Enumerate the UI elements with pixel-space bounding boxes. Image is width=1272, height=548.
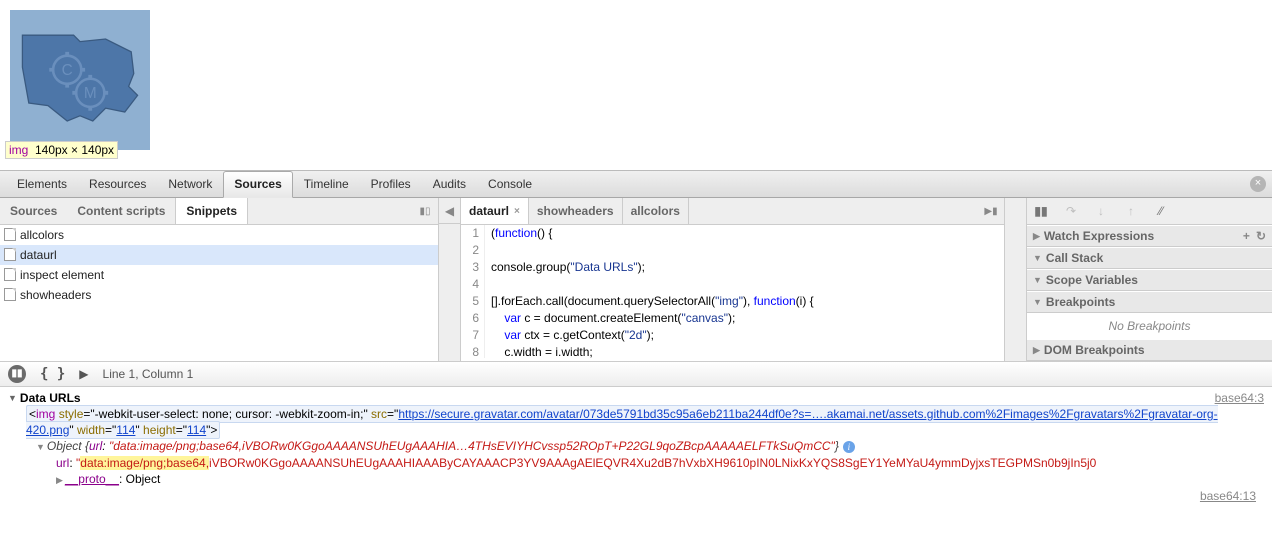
- close-devtools-button[interactable]: ×: [1250, 176, 1266, 192]
- console-output: ▼Data URLs base64:3 <img style="-webkit-…: [0, 387, 1272, 496]
- nav-tab-content-scripts[interactable]: Content scripts: [67, 198, 175, 224]
- pretty-print-button[interactable]: { }: [40, 366, 65, 382]
- pause-button[interactable]: ▮▮: [1033, 203, 1049, 219]
- close-tab-icon[interactable]: ×: [514, 206, 520, 217]
- source-link[interactable]: base64:13: [1200, 488, 1264, 504]
- editor-tab-dataurl[interactable]: dataurl ×: [461, 198, 529, 224]
- editor-tab-showheaders[interactable]: showheaders: [529, 198, 623, 224]
- tab-elements[interactable]: Elements: [6, 171, 78, 198]
- logo-image: C M: [16, 16, 144, 144]
- console-log-element[interactable]: <img style="-webkit-user-select: none; c…: [8, 406, 1264, 438]
- tab-timeline[interactable]: Timeline: [293, 171, 360, 198]
- snippet-item[interactable]: inspect element: [0, 265, 438, 285]
- breakpoints-header[interactable]: ▼Breakpoints: [1027, 291, 1272, 313]
- call-stack-header[interactable]: ▼Call Stack: [1027, 247, 1272, 269]
- tab-audits[interactable]: Audits: [422, 171, 477, 198]
- nav-tab-snippets[interactable]: Snippets: [175, 198, 248, 224]
- info-icon[interactable]: i: [843, 441, 855, 453]
- navigator-tabs: SourcesContent scriptsSnippets: [0, 198, 248, 224]
- svg-text:M: M: [84, 85, 97, 102]
- pause-on-exceptions-button[interactable]: ▮▮: [8, 365, 26, 383]
- editor-tab-allcolors[interactable]: allcolors: [623, 198, 689, 224]
- svg-text:C: C: [62, 62, 73, 79]
- tab-profiles[interactable]: Profiles: [360, 171, 422, 198]
- snippet-item[interactable]: dataurl: [0, 245, 438, 265]
- object-property-url[interactable]: url: "data:image/png;base64,iVBORw0KGgoA…: [8, 455, 1264, 471]
- step-into-button[interactable]: ↓: [1093, 203, 1109, 219]
- tab-resources[interactable]: Resources: [78, 171, 157, 198]
- hide-navigator-icon[interactable]: ▮▯: [412, 206, 438, 217]
- tab-console[interactable]: Console: [477, 171, 543, 198]
- step-out-button[interactable]: ↑: [1123, 203, 1139, 219]
- code-editor[interactable]: 123456789 (function() {console.group("Da…: [461, 225, 1004, 358]
- snippets-list: allcolorsdataurlinspect elementshowheade…: [0, 225, 438, 358]
- tab-sources[interactable]: Sources: [223, 171, 292, 198]
- dimension-tooltip: img 140px × 140px: [5, 141, 118, 159]
- file-icon: [4, 248, 16, 261]
- editor-tabs: dataurl ×showheadersallcolors ▶▮: [461, 198, 1004, 225]
- file-icon: [4, 268, 16, 281]
- nav-back-icon[interactable]: ◀: [439, 198, 460, 224]
- dom-breakpoints-header[interactable]: ▶DOM Breakpoints: [1027, 339, 1272, 361]
- inspected-image[interactable]: C M: [10, 10, 150, 150]
- editor-statusbar: ▮▮ { } ▶ Line 1, Column 1: [0, 362, 1272, 387]
- run-button[interactable]: ▶: [79, 367, 88, 381]
- snippet-item[interactable]: showheaders: [0, 285, 438, 305]
- page-preview: C M img 140px × 140px: [0, 0, 1272, 170]
- editor-play-icon[interactable]: ▶▮: [978, 206, 1004, 217]
- refresh-watch-icon[interactable]: ↻: [1256, 229, 1266, 243]
- add-watch-icon[interactable]: +: [1243, 229, 1250, 243]
- tab-network[interactable]: Network: [157, 171, 223, 198]
- scope-variables-header[interactable]: ▼Scope Variables: [1027, 269, 1272, 291]
- step-over-button[interactable]: ↷: [1063, 203, 1079, 219]
- console-group-header[interactable]: ▼Data URLs base64:3: [8, 390, 1264, 406]
- no-breakpoints-label: No Breakpoints: [1027, 313, 1272, 339]
- console-log-object[interactable]: ▼Object {url: "data:image/png;base64,iVB…: [8, 438, 1264, 455]
- devtools-tabbar: ElementsResourcesNetworkSourcesTimelineP…: [0, 170, 1272, 198]
- nav-tab-sources[interactable]: Sources: [0, 198, 67, 224]
- file-icon: [4, 288, 16, 301]
- object-proto[interactable]: ▶__proto__: Object: [8, 471, 1264, 488]
- cursor-position: Line 1, Column 1: [103, 367, 194, 381]
- source-link[interactable]: base64:3: [1215, 390, 1264, 406]
- deactivate-breakpoints-button[interactable]: ⁄⁄: [1153, 203, 1169, 219]
- snippet-item[interactable]: allcolors: [0, 225, 438, 245]
- file-icon: [4, 228, 16, 241]
- watch-expressions-header[interactable]: ▶Watch Expressions+↻: [1027, 225, 1272, 247]
- debugger-sidebar: ▮▮ ↷ ↓ ↑ ⁄⁄ ▶Watch Expressions+↻ ▼Call S…: [1026, 198, 1272, 361]
